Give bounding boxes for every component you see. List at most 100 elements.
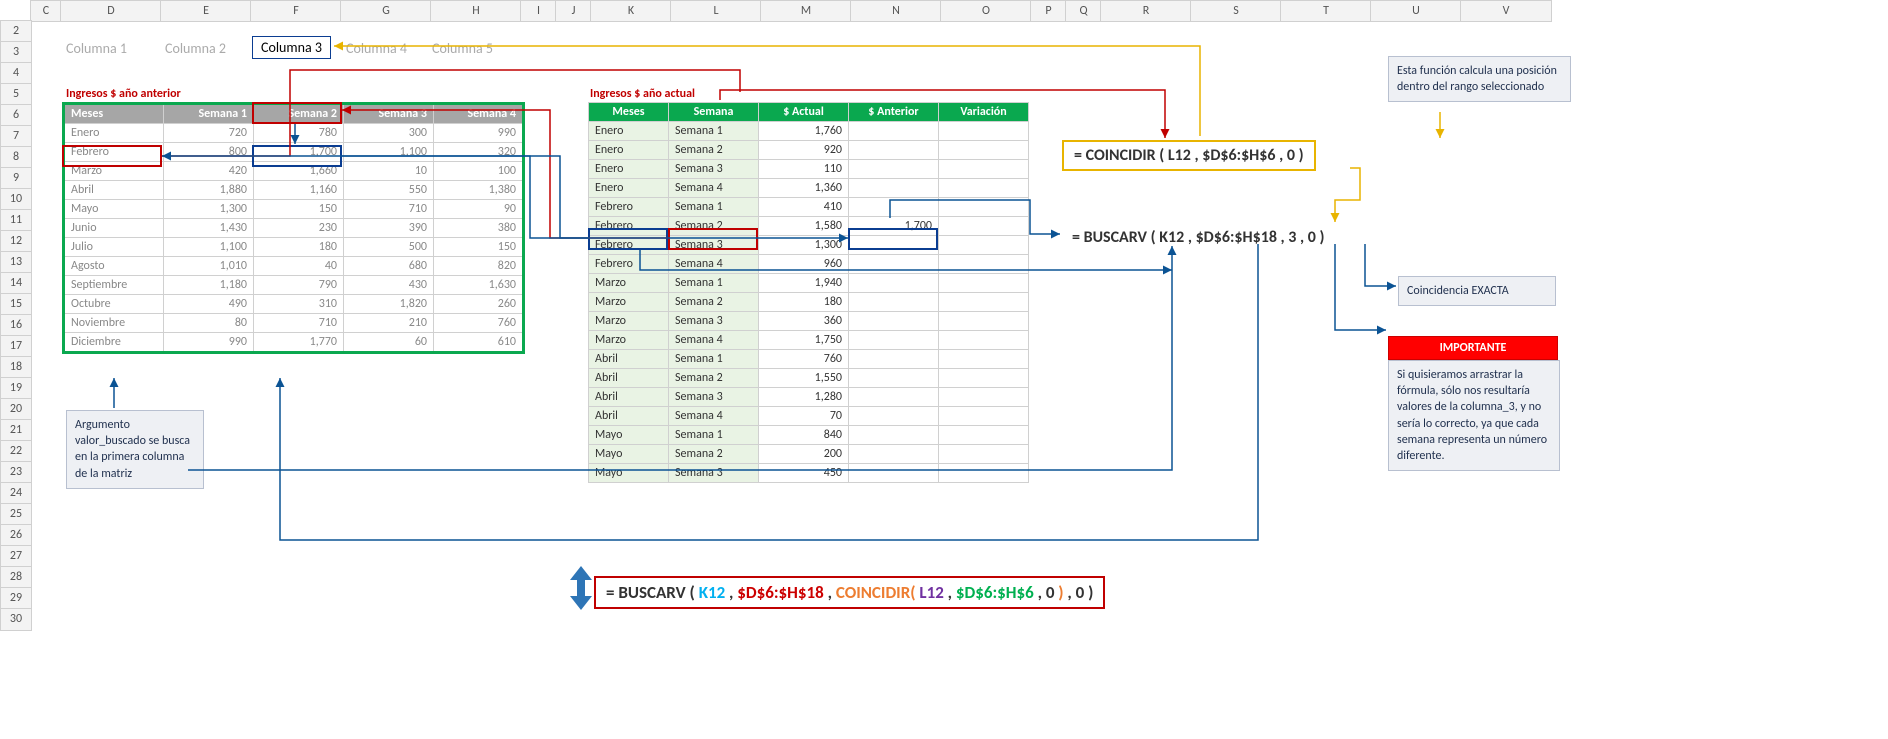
row-header-13[interactable]: 13: [0, 251, 32, 274]
col-header-S[interactable]: S: [1190, 0, 1282, 22]
table-row: Noviembre80710210760: [64, 314, 524, 333]
col-header-D[interactable]: D: [60, 0, 162, 22]
col-header-Q[interactable]: Q: [1065, 0, 1102, 22]
col-header-I[interactable]: I: [520, 0, 557, 22]
t1-header: Semana 3: [344, 104, 434, 124]
table-row: MarzoSemana 2180: [589, 293, 1029, 312]
row-header-15[interactable]: 15: [0, 293, 32, 316]
column-tab-3[interactable]: Columna 3: [252, 36, 331, 59]
col-header-R[interactable]: R: [1100, 0, 1192, 22]
row-header-21[interactable]: 21: [0, 419, 32, 442]
table-row: Junio1,430230390380: [64, 219, 524, 238]
row-header-20[interactable]: 20: [0, 398, 32, 421]
col-header-N[interactable]: N: [850, 0, 942, 22]
table-row: EneroSemana 3110: [589, 160, 1029, 179]
row-header-27[interactable]: 27: [0, 545, 32, 568]
col-header-J[interactable]: J: [555, 0, 592, 22]
column-tab-4[interactable]: Columna 4: [346, 40, 407, 57]
col-header-O[interactable]: O: [940, 0, 1032, 22]
table-row: MayoSemana 3450: [589, 464, 1029, 483]
t1-header: Meses: [64, 104, 164, 124]
callout-exacta: Coincidencia EXACTA: [1398, 276, 1556, 306]
table-row: MarzoSemana 3360: [589, 312, 1029, 331]
col-header-K[interactable]: K: [590, 0, 672, 22]
table-row: EneroSemana 11,760: [589, 122, 1029, 141]
table-row: Abril1,8801,1605501,380: [64, 181, 524, 200]
col-header-H[interactable]: H: [430, 0, 522, 22]
double-arrow-icon: [570, 566, 592, 610]
table-row: Diciembre9901,77060610: [64, 333, 524, 353]
table-row: FebreroSemana 31,300: [589, 236, 1029, 255]
t2-header: $ Anterior: [849, 103, 939, 122]
row-header-6[interactable]: 6: [0, 104, 32, 127]
table-row: FebreroSemana 1410: [589, 198, 1029, 217]
row-header-22[interactable]: 22: [0, 440, 32, 463]
row-header-25[interactable]: 25: [0, 503, 32, 526]
t1-header: Semana 4: [434, 104, 524, 124]
row-header-10[interactable]: 10: [0, 188, 32, 211]
t1-header: Semana 1: [164, 104, 254, 124]
col-header-F[interactable]: F: [250, 0, 342, 22]
col-header-L[interactable]: L: [670, 0, 762, 22]
row-header-12[interactable]: 12: [0, 230, 32, 253]
column-tab-5[interactable]: Columna 5: [432, 40, 493, 57]
col-header-C[interactable]: C: [30, 0, 62, 22]
table-row: AbrilSemana 31,280: [589, 388, 1029, 407]
table-row: AbrilSemana 470: [589, 407, 1029, 426]
t2-header: $ Actual: [759, 103, 849, 122]
table-row: Agosto1,01040680820: [64, 257, 524, 276]
formula-coincidir: = COINCIDIR ( L12 , $D$6:$H$6 , 0 ): [1062, 140, 1316, 171]
important-header: IMPORTANTE: [1388, 336, 1558, 360]
table-row: AbrilSemana 1760: [589, 350, 1029, 369]
row-header-16[interactable]: 16: [0, 314, 32, 337]
col-header-T[interactable]: T: [1280, 0, 1372, 22]
row-header-4[interactable]: 4: [0, 62, 32, 85]
spreadsheet-canvas: CDEFGHIJKLMNOPQRSTUV 2345678910111213141…: [0, 0, 1888, 739]
table-row: Febrero8001,7001,100320: [64, 143, 524, 162]
table-row: EneroSemana 41,360: [589, 179, 1029, 198]
col-header-E[interactable]: E: [160, 0, 252, 22]
column-tab-2[interactable]: Columna 2: [165, 40, 226, 57]
title-current-year: Ingresos $ año actual: [590, 87, 695, 101]
important-body: Si quisieramos arrastrar la fórmula, sól…: [1388, 360, 1560, 471]
row-header-5[interactable]: 5: [0, 83, 32, 106]
title-prev-year: Ingresos $ año anterior: [66, 87, 181, 101]
callout-important: IMPORTANTE Si quisieramos arrastrar la f…: [1388, 336, 1558, 471]
row-header-26[interactable]: 26: [0, 524, 32, 547]
row-header-3[interactable]: 3: [0, 41, 32, 64]
table-row: FebreroSemana 4960: [589, 255, 1029, 274]
row-header-8[interactable]: 8: [0, 146, 32, 169]
row-header-30[interactable]: 30: [0, 608, 32, 631]
row-header-11[interactable]: 11: [0, 209, 32, 232]
formula-buscarv: = BUSCARV ( K12 , $D$6:$H$18 , 3 , 0 ): [1062, 224, 1334, 251]
row-header-18[interactable]: 18: [0, 356, 32, 379]
table-row: FebreroSemana 21,5801,700: [589, 217, 1029, 236]
row-header-17[interactable]: 17: [0, 335, 32, 358]
table-row: Septiembre1,1807904301,630: [64, 276, 524, 295]
table-row: MayoSemana 1840: [589, 426, 1029, 445]
col-header-M[interactable]: M: [760, 0, 852, 22]
t2-header: Semana: [669, 103, 759, 122]
row-header-24[interactable]: 24: [0, 482, 32, 505]
t2-header: Variación: [939, 103, 1029, 122]
col-header-G[interactable]: G: [340, 0, 432, 22]
row-header-19[interactable]: 19: [0, 377, 32, 400]
row-header-7[interactable]: 7: [0, 125, 32, 148]
table-row: MayoSemana 2200: [589, 445, 1029, 464]
t1-header: Semana 2: [254, 104, 344, 124]
row-header-23[interactable]: 23: [0, 461, 32, 484]
row-header-14[interactable]: 14: [0, 272, 32, 295]
table-prev-year: MesesSemana 1Semana 2Semana 3Semana 4Ene…: [62, 102, 525, 354]
formula-combined: = BUSCARV ( K12 , $D$6:$H$18 , COINCIDIR…: [594, 576, 1105, 609]
row-header-2[interactable]: 2: [0, 20, 32, 43]
row-header-28[interactable]: 28: [0, 566, 32, 589]
col-header-U[interactable]: U: [1370, 0, 1462, 22]
column-tab-1[interactable]: Columna 1: [66, 40, 127, 57]
callout-argumento: Argumento valor_buscado se busca en la p…: [66, 410, 204, 489]
row-header-29[interactable]: 29: [0, 587, 32, 610]
col-header-V[interactable]: V: [1460, 0, 1552, 22]
table-row: Mayo1,30015071090: [64, 200, 524, 219]
col-header-P[interactable]: P: [1030, 0, 1067, 22]
callout-coincidir-desc: Esta función calcula una posición dentro…: [1388, 56, 1571, 102]
row-header-9[interactable]: 9: [0, 167, 32, 190]
